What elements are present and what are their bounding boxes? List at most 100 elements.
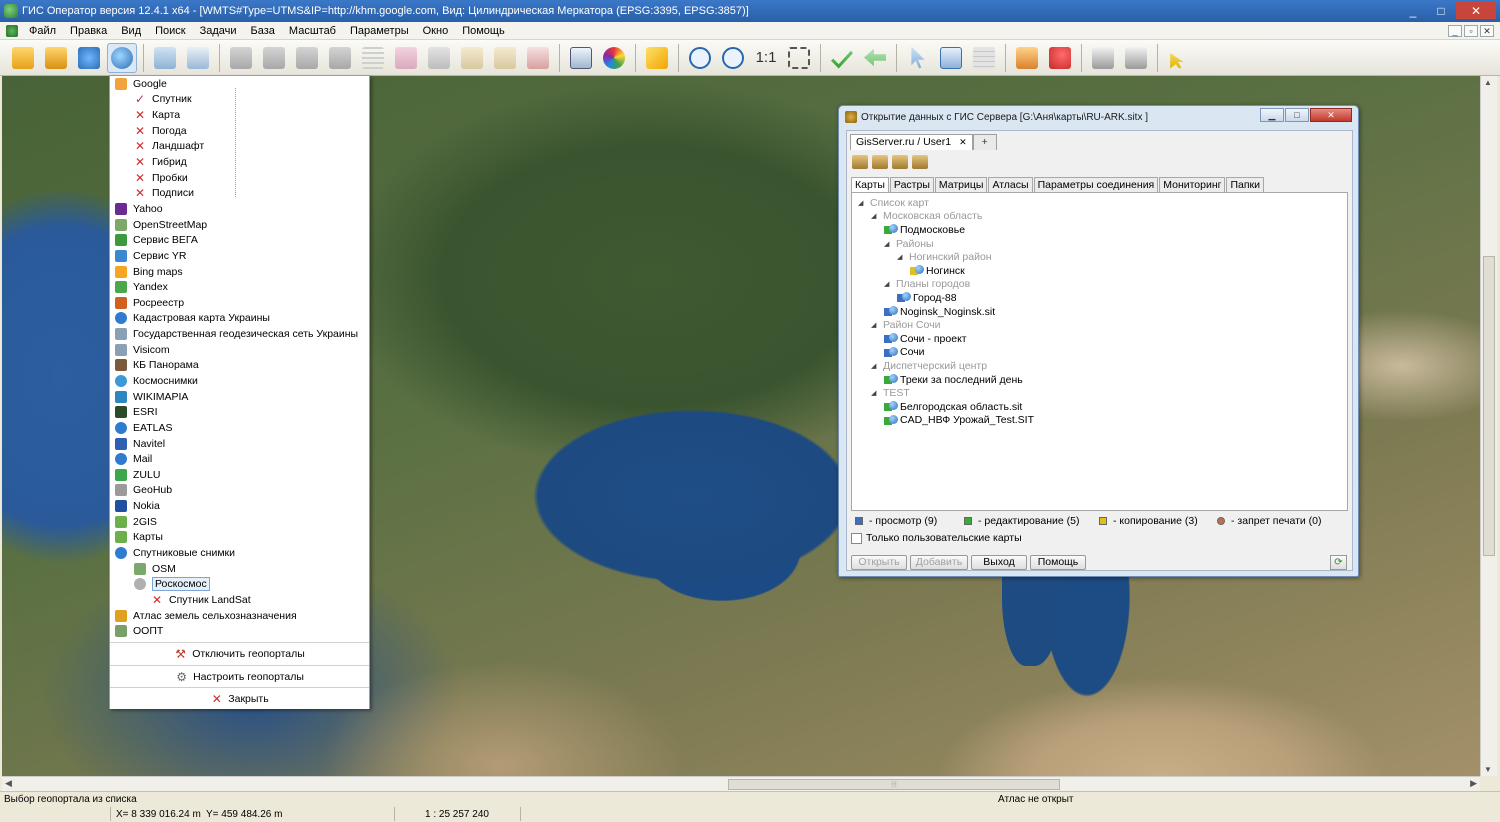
geoportal-item[interactable]: Государственная геодезическая сеть Украи… (110, 326, 369, 342)
menu-tasks[interactable]: Задачи (193, 25, 244, 37)
delete-point-button[interactable] (523, 43, 553, 73)
server-tab[interactable]: GisServer.ru / User1 ✕ (850, 134, 973, 150)
tree-folder[interactable]: ◢ TEST (871, 386, 910, 400)
geoportal-item[interactable]: WIKIMAPIA (110, 389, 369, 405)
menu-database[interactable]: База (244, 25, 282, 37)
zoom-out-button[interactable] (685, 43, 715, 73)
add-point-button[interactable] (457, 43, 487, 73)
expand-icon[interactable]: ◢ (897, 253, 905, 261)
mdi-close-button[interactable]: ✕ (1480, 25, 1494, 37)
geoportal-item[interactable]: ✕ Ландшафт (110, 139, 369, 155)
open-project-button[interactable] (41, 43, 71, 73)
tree-map-item[interactable]: Ногинск (910, 264, 965, 278)
menu-help[interactable]: Помощь (455, 25, 512, 37)
geoportal-item[interactable]: Спутниковые снимки (110, 545, 369, 561)
open-geoportal-button[interactable] (74, 43, 104, 73)
list-button[interactable] (358, 43, 388, 73)
map-vertical-scrollbar[interactable]: ▲ ▼ (1480, 76, 1497, 776)
tree-map-item[interactable]: Сочи - проект (884, 332, 967, 346)
tree-folder[interactable]: ◢ Планы городов (884, 278, 970, 292)
dialog-maximize-button[interactable]: □ (1285, 108, 1309, 122)
tree-folder[interactable]: ◢ Московская область (871, 210, 982, 224)
tab-matrices[interactable]: Матрицы (934, 177, 988, 192)
geoportal-item[interactable]: Visicom (110, 342, 369, 358)
tab-maps[interactable]: Карты (851, 177, 889, 193)
print-button[interactable] (1088, 43, 1118, 73)
dialog-minimize-button[interactable]: ▁ (1260, 108, 1284, 122)
checkbox-box[interactable] (851, 532, 862, 544)
tree-map-item[interactable]: Белгородская область.sit (884, 400, 1022, 414)
scroll-right-icon[interactable]: ▶ (1470, 778, 1477, 789)
expand-icon[interactable]: ◢ (884, 240, 892, 248)
select-window-button[interactable] (936, 43, 966, 73)
tree-folder[interactable]: ◢ Район Сочи (871, 318, 940, 332)
dialog-close-button[interactable]: ✕ (1310, 108, 1352, 122)
vertical-scroll-thumb[interactable] (1483, 256, 1495, 556)
eraser-icon[interactable] (912, 155, 928, 169)
geoportal-item[interactable]: Nokia (110, 498, 369, 514)
help-dialog-button[interactable]: Помощь (1030, 555, 1086, 570)
refresh-button[interactable]: ⟳ (1330, 555, 1347, 570)
geoportal-item[interactable]: Космоснимки (110, 373, 369, 389)
pointer-button[interactable] (903, 43, 933, 73)
tree-map-item[interactable]: Сочи (884, 346, 925, 360)
expand-icon[interactable]: ◢ (871, 362, 879, 370)
expand-icon[interactable]: ◢ (871, 321, 879, 329)
binoculars-filter-button[interactable] (325, 43, 355, 73)
geoportal-item[interactable]: 2GIS (110, 514, 369, 530)
map-tree-panel[interactable]: ◢ Список карт ◢ Московская область Подмосков… (851, 192, 1348, 511)
open-folder-icon[interactable] (852, 155, 868, 169)
geoportal-item[interactable]: OSM (110, 561, 369, 577)
binoculars-button[interactable] (226, 43, 256, 73)
geoportal-menu-button[interactable] (107, 42, 137, 73)
geoportal-item[interactable]: ESRI (110, 404, 369, 420)
marker-button[interactable] (1045, 43, 1075, 73)
scroll-left-icon[interactable]: ◀ (5, 778, 12, 789)
tree-folder[interactable]: ◢ Районы (884, 237, 934, 251)
horizontal-scroll-thumb[interactable]: ⦙⦙⦙ (728, 779, 1060, 790)
help-button[interactable] (1164, 43, 1194, 73)
print-preview-button[interactable] (1121, 43, 1151, 73)
measure-button[interactable] (1012, 43, 1042, 73)
geoportal-item[interactable]: Росреестр (110, 295, 369, 311)
geoportal-item[interactable]: OpenStreetMap (110, 217, 369, 233)
tree-map-item[interactable]: Город-88 (897, 291, 957, 305)
geoportal-item[interactable]: Сервис ВЕГА (110, 232, 369, 248)
geoportal-item[interactable]: ООПТ (110, 623, 369, 639)
geoportal-item[interactable]: EATLAS (110, 420, 369, 436)
geoportal-item[interactable]: ✕ Гибрид (110, 154, 369, 170)
scale-1-1-button[interactable]: 1:1 (751, 43, 781, 73)
open-folder-button[interactable] (8, 43, 38, 73)
tree-folder[interactable]: ◢ Диспетчерский центр (871, 359, 987, 373)
tree-map-item[interactable]: Подмосковье (884, 223, 965, 237)
menu-scale[interactable]: Масштаб (282, 25, 343, 37)
only-user-maps-checkbox[interactable]: Только пользовательские карты (851, 532, 1022, 544)
exit-button[interactable]: Выход (971, 555, 1027, 570)
redraw-button[interactable] (642, 43, 672, 73)
menu-view[interactable]: Вид (114, 25, 148, 37)
map-list-button[interactable] (183, 43, 213, 73)
tab-monitoring[interactable]: Мониторинг (1159, 177, 1226, 192)
geoportal-item[interactable]: Кадастровая карта Украины (110, 311, 369, 327)
geoportal-item[interactable]: Yandex (110, 279, 369, 295)
mdi-minimize-button[interactable]: _ (1448, 25, 1462, 37)
tab-connection-params[interactable]: Параметры соединения (1033, 177, 1159, 192)
tab-atlases[interactable]: Атласы (988, 177, 1033, 192)
table-button[interactable] (969, 43, 999, 73)
tree-map-item[interactable]: CAD_НВФ Урожай_Test.SIT (884, 414, 1034, 428)
geoportal-item[interactable]: GeoHub (110, 483, 369, 499)
close-menu-button[interactable]: ✕ Закрыть (110, 687, 369, 709)
disable-geoportals-button[interactable]: ⚒ Отключить геопорталы (110, 642, 369, 664)
menu-search[interactable]: Поиск (148, 25, 192, 37)
geoportal-item[interactable]: Bing maps (110, 264, 369, 280)
tab-rasters[interactable]: Растры (889, 177, 934, 192)
tree-folder[interactable]: ◢ Список карт (858, 196, 929, 210)
geoportal-item[interactable]: Yahoo (110, 201, 369, 217)
tab-folders[interactable]: Папки (1226, 177, 1265, 192)
geoportal-item[interactable]: ✓ Спутник (110, 92, 369, 108)
geoportal-item[interactable]: Роскосмос (110, 577, 369, 593)
geoportal-item[interactable]: Карты (110, 530, 369, 546)
tree-map-item[interactable]: Noginsk_Noginsk.sit (884, 305, 995, 319)
menu-edit[interactable]: Правка (63, 25, 114, 37)
erase-button[interactable] (424, 43, 454, 73)
